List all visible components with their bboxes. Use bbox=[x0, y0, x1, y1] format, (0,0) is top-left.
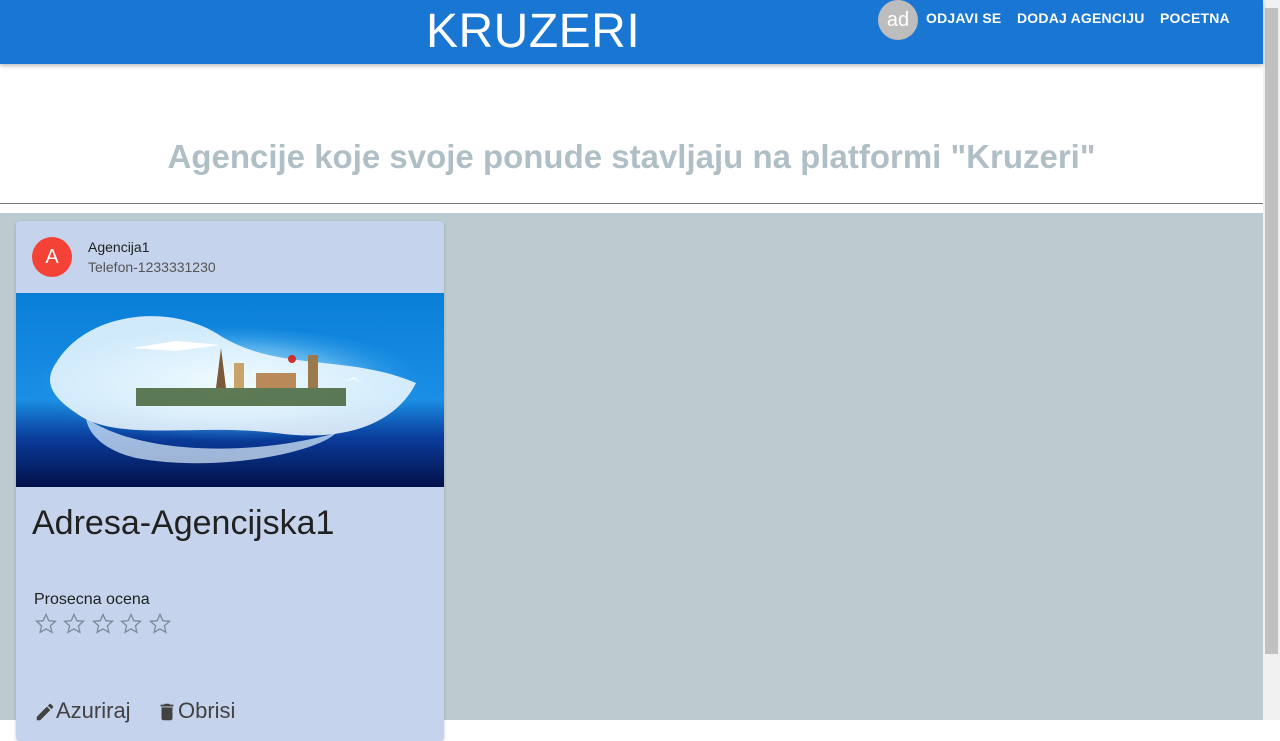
add-agency-button[interactable]: DODAJ AGENCIJU bbox=[1017, 9, 1145, 27]
delete-label: Obrisi bbox=[178, 698, 236, 723]
star-icon[interactable] bbox=[62, 612, 86, 636]
app-bar: KRUZERI ad ODJAVI SE DODAJ AGENCIJU POCE… bbox=[0, 0, 1263, 64]
agency-card: A Agencija1 Telefon-1233331230 Adresa-Ag… bbox=[16, 221, 444, 741]
star-icon[interactable] bbox=[119, 612, 143, 636]
user-avatar[interactable]: ad bbox=[878, 0, 918, 40]
delete-button[interactable]: Obrisi bbox=[156, 698, 235, 724]
rating-label: Prosecna ocena bbox=[34, 591, 150, 608]
agency-avatar: A bbox=[32, 237, 72, 277]
divider bbox=[0, 203, 1263, 204]
agency-address: Adresa-Agencijska1 bbox=[32, 504, 335, 542]
agency-image bbox=[16, 293, 444, 487]
star-icon[interactable] bbox=[34, 612, 58, 636]
rating-stars[interactable] bbox=[34, 612, 172, 641]
app-title: KRUZERI bbox=[426, 5, 641, 58]
star-icon[interactable] bbox=[148, 612, 172, 636]
scrollbar-thumb[interactable] bbox=[1265, 8, 1278, 654]
star-icon[interactable] bbox=[91, 612, 115, 636]
edit-label: Azuriraj bbox=[56, 698, 131, 723]
logout-button[interactable]: ODJAVI SE bbox=[926, 9, 1001, 27]
page-heading: Agencije koje svoje ponude stavljaju na … bbox=[167, 138, 1096, 175]
edit-button[interactable]: Azuriraj bbox=[34, 698, 131, 724]
scrollbar[interactable] bbox=[1263, 0, 1280, 720]
agency-phone: Telefon-1233331230 bbox=[88, 259, 216, 275]
home-button[interactable]: POCETNA bbox=[1160, 9, 1230, 27]
agency-name: Agencija1 bbox=[88, 239, 150, 255]
page-heading-section: Agencije koje svoje ponude stavljaju na … bbox=[0, 64, 1263, 203]
